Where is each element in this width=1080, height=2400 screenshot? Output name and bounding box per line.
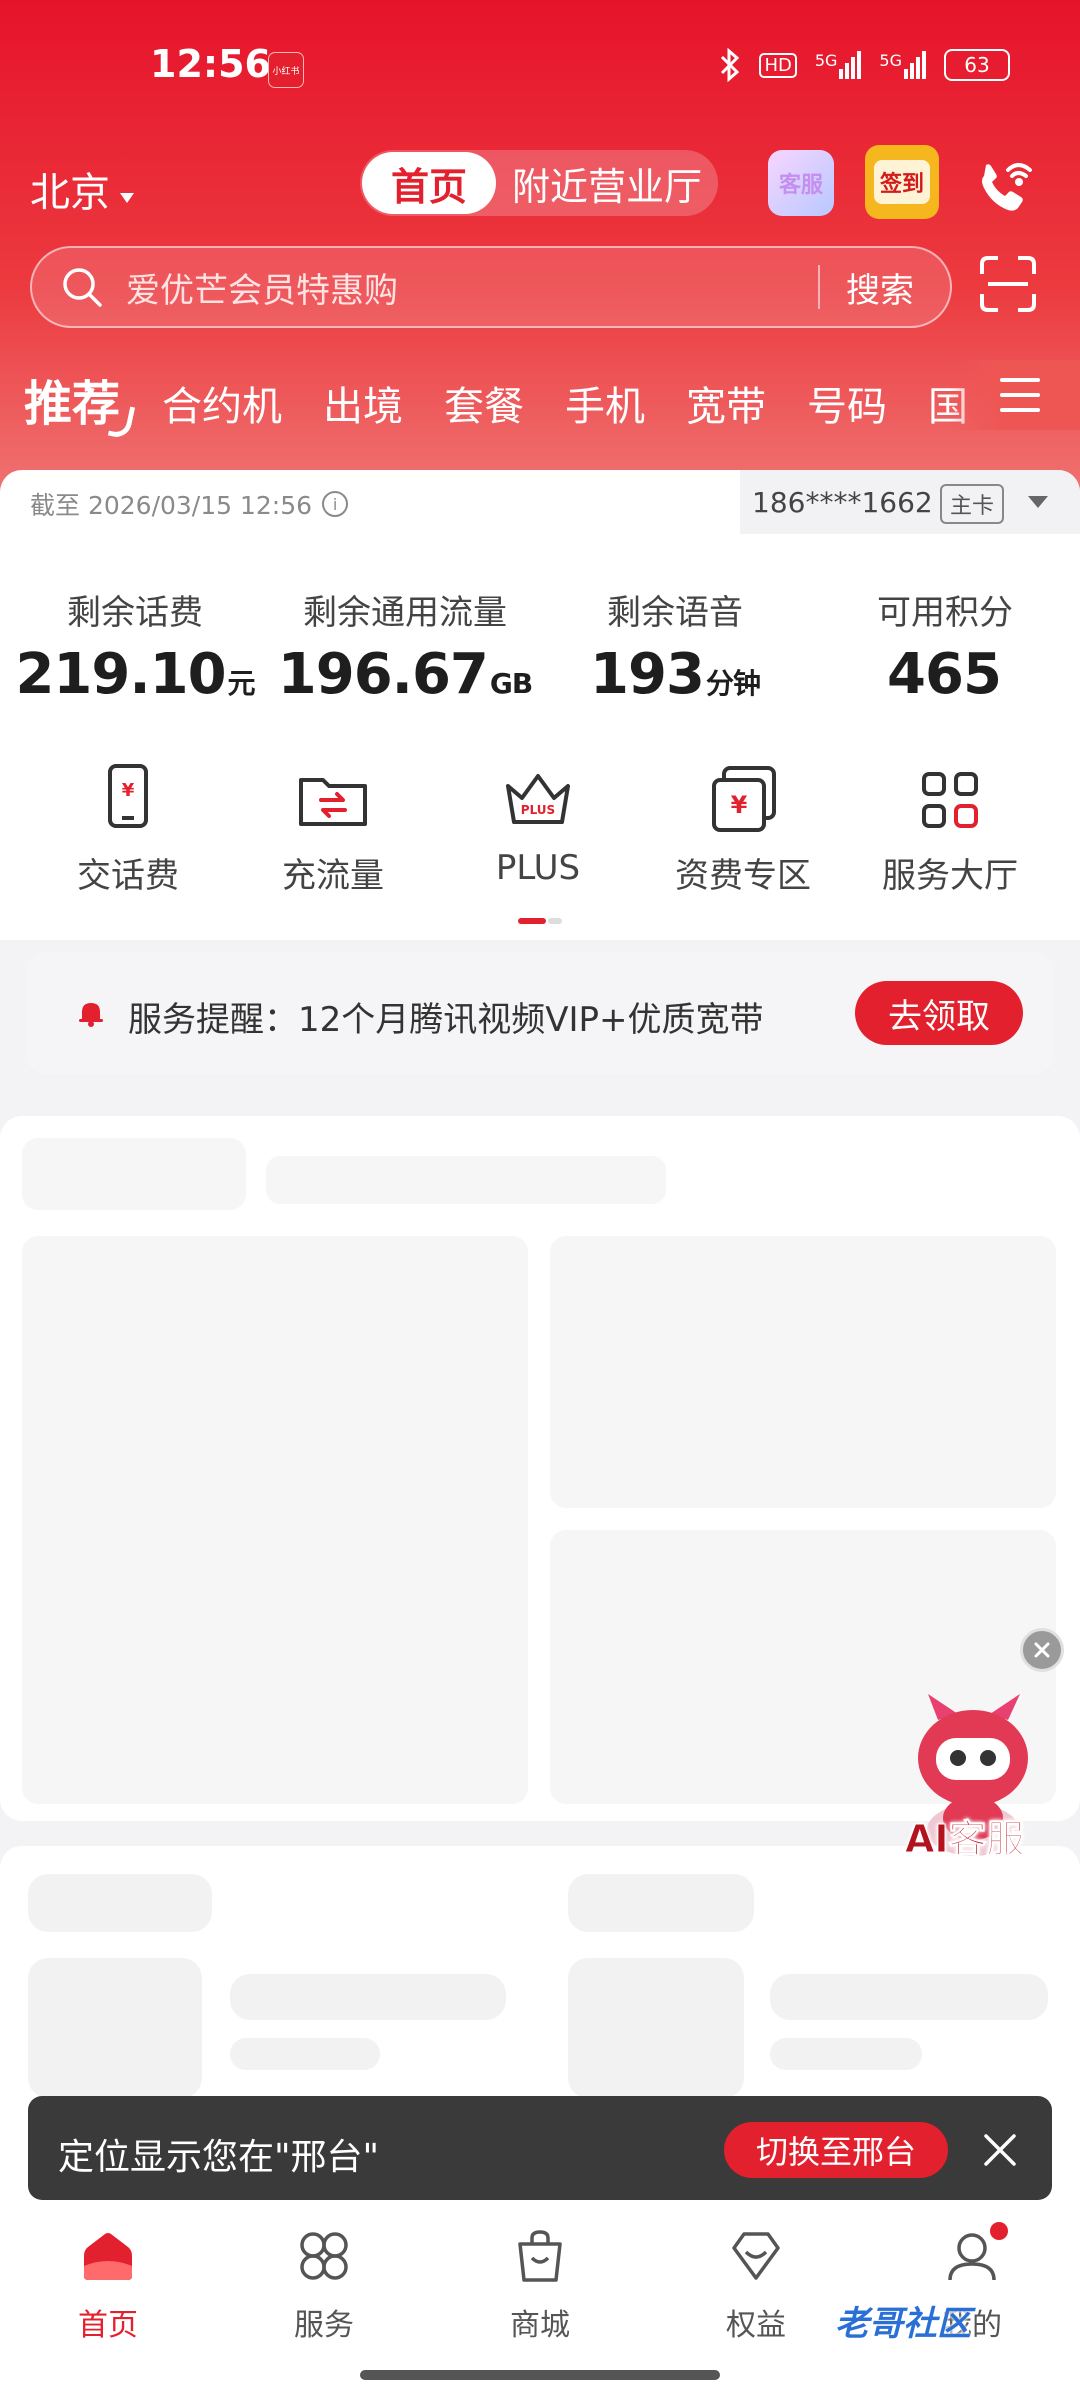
search-placeholder: 爱优芒会员特惠购 — [126, 270, 398, 311]
menu-icon[interactable] — [1000, 378, 1040, 412]
action-service-hall[interactable]: 服务大厅 — [850, 848, 1050, 897]
skeleton-block — [230, 2038, 380, 2070]
nav-home[interactable]: 首页 — [28, 2226, 188, 2344]
tab-number[interactable]: 号码 — [807, 374, 887, 432]
close-icon — [1034, 1642, 1050, 1658]
skeleton-block — [22, 1236, 528, 1804]
plus-crown-icon[interactable]: PLUS — [498, 760, 578, 840]
nav-mall[interactable]: 商城 — [460, 2226, 620, 2344]
segment-home[interactable]: 首页 — [362, 152, 496, 214]
wifi-calling-icon[interactable] — [970, 150, 1040, 220]
chevron-down-icon[interactable] — [1028, 496, 1048, 508]
service-hall-icon[interactable] — [910, 760, 990, 840]
stat-label-data: 剩余通用流量 — [303, 593, 507, 633]
chevron-down-icon — [120, 193, 134, 203]
svg-text:¥: ¥ — [731, 791, 748, 819]
hd-badge: HD — [759, 52, 797, 78]
network-5g-1: 5G — [815, 51, 862, 79]
battery-indicator: 63 — [944, 49, 1010, 81]
stat-points[interactable]: 465 — [810, 642, 1080, 707]
status-app-badge: 小红书 — [268, 52, 304, 88]
tab-phone[interactable]: 手机 — [565, 374, 645, 432]
svg-text:¥: ¥ — [122, 780, 135, 801]
customer-service-button[interactable]: 客服 — [768, 150, 834, 216]
tariff-zone-icon[interactable]: ¥ — [704, 760, 784, 840]
phone-bill-icon[interactable]: ¥ — [88, 760, 168, 840]
close-ai-button[interactable] — [1020, 1628, 1064, 1672]
tab-plan[interactable]: 套餐 — [444, 374, 524, 432]
tab-broadband[interactable]: 宽带 — [686, 374, 766, 432]
home-segment-control: 首页 附近营业厅 — [360, 150, 718, 216]
search-icon — [63, 268, 102, 307]
skeleton-block — [568, 1958, 744, 2098]
nav-benefits[interactable]: 权益 — [676, 2226, 836, 2344]
skeleton-block — [770, 2038, 922, 2070]
stat-balance[interactable]: 219.10元 — [0, 642, 270, 707]
stat-label-points: 可用积分 — [877, 593, 1013, 633]
action-top-up-data[interactable]: 充流量 — [233, 848, 433, 897]
city-name: 北京 — [30, 170, 110, 216]
location-toast-text: 定位显示您在"邢台" — [58, 2137, 380, 2178]
benefits-icon — [732, 2232, 780, 2280]
stat-label-balance: 剩余话费 — [67, 593, 203, 633]
checkin-button[interactable]: 签到 — [865, 145, 939, 219]
status-icons: HD 5G 5G 63 — [719, 48, 1010, 82]
nav-services[interactable]: 服务 — [244, 2226, 404, 2344]
home-indicator[interactable] — [360, 2370, 720, 2380]
skeleton-block — [28, 1958, 202, 2098]
category-tabs: 推荐 合约机 出境 套餐 手机 宽带 号码 国 — [24, 364, 989, 434]
bell-icon — [79, 1003, 103, 1027]
stat-data[interactable]: 196.67GB — [270, 642, 540, 707]
services-icon — [300, 2232, 348, 2280]
skeleton-block — [22, 1138, 246, 1210]
data-topup-icon[interactable] — [293, 760, 373, 840]
phone-number: 186****1662 — [752, 486, 933, 519]
tab-contract-phone[interactable]: 合约机 — [162, 374, 282, 432]
segment-nearby-store[interactable]: 附近营业厅 — [496, 156, 718, 211]
skeleton-block — [568, 1874, 754, 1932]
scan-icon[interactable] — [978, 254, 1038, 314]
notification-dot — [990, 2222, 1008, 2240]
skeleton-block — [770, 1974, 1048, 2020]
skeleton-block — [550, 1236, 1056, 1508]
bluetooth-icon — [721, 48, 740, 82]
info-icon[interactable]: i — [322, 491, 349, 517]
city-selector[interactable]: 北京 — [30, 160, 134, 218]
search-button[interactable]: 搜索 — [820, 263, 950, 312]
skeleton-block — [230, 1974, 506, 2020]
pager-dots — [518, 918, 562, 924]
tab-outbound[interactable]: 出境 — [323, 374, 403, 432]
claim-button[interactable]: 去领取 — [855, 981, 1023, 1045]
notice-text: 服务提醒：12个月腾讯视频VIP+优质宽带 — [128, 1000, 764, 1040]
search-bar[interactable]: 爱优芒会员特惠购 搜索 — [30, 246, 952, 328]
home-icon — [84, 2233, 132, 2280]
switch-city-button[interactable]: 切换至邢台 — [724, 2122, 948, 2178]
action-plus[interactable]: PLUS — [438, 848, 638, 888]
close-icon[interactable] — [980, 2130, 1020, 2170]
skeleton-block — [28, 1874, 212, 1932]
skeleton-block — [266, 1156, 666, 1204]
stat-label-voice: 剩余语音 — [607, 593, 743, 633]
watermark: 老哥社区 — [835, 2304, 971, 2344]
action-tariff-zone[interactable]: 资费专区 — [643, 848, 843, 897]
tab-recommend[interactable]: 推荐 — [24, 364, 120, 434]
ai-service-label[interactable]: AI客服 — [905, 1808, 1026, 1863]
network-5g-2: 5G — [879, 51, 926, 79]
stat-voice[interactable]: 193分钟 — [540, 642, 810, 707]
action-pay-bill[interactable]: 交话费 — [28, 848, 228, 897]
status-time: 12:56 — [150, 42, 271, 86]
shopping-bag-icon — [518, 2230, 562, 2282]
svg-text:PLUS: PLUS — [521, 803, 555, 817]
as-of-time: 截至 2026/03/15 12:56 i — [30, 486, 349, 522]
card-type-badge: 主卡 — [940, 484, 1005, 524]
